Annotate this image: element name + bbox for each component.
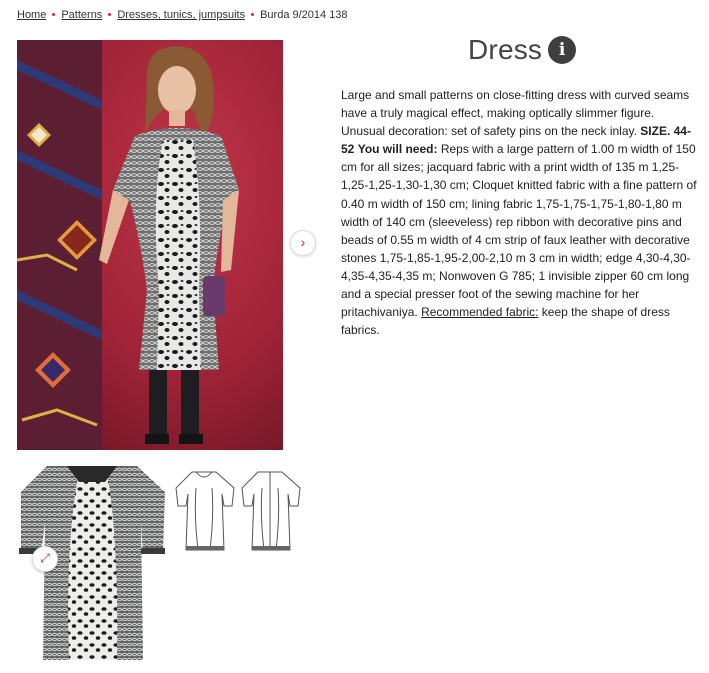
- breadcrumb-separator: [52, 12, 56, 16]
- main-product-photo[interactable]: [17, 40, 283, 450]
- technical-drawing[interactable]: [172, 466, 302, 556]
- breadcrumb-patterns-link[interactable]: Patterns: [61, 9, 102, 21]
- breadcrumb: Home Patterns Dresses, tunics, jumpsuits Bu…: [17, 9, 348, 21]
- title-row: Dress i: [468, 34, 577, 66]
- description-intro: Large and small patterns on close-fittin…: [341, 88, 690, 139]
- breadcrumb-separator: [251, 12, 255, 16]
- materials-text: Reps with a large pattern of 1.00 m widt…: [341, 142, 697, 320]
- page-title: Dress: [468, 34, 543, 65]
- model-photo-illustration: [17, 40, 283, 450]
- breadcrumb-separator: [108, 12, 112, 16]
- you-will-need-label: You will need:: [357, 142, 438, 157]
- expand-image-button[interactable]: ⤢: [32, 546, 58, 572]
- recommended-fabric-link[interactable]: Recommended fabric:: [421, 305, 538, 319]
- gallery-next-button[interactable]: ›: [290, 230, 316, 256]
- breadcrumb-current: Burda 9/2014 138: [260, 9, 348, 21]
- product-description: Large and small patterns on close-fittin…: [341, 86, 701, 339]
- breadcrumb-home-link[interactable]: Home: [17, 9, 46, 21]
- technical-drawing-illustration: [175, 471, 301, 551]
- breadcrumb-category-link[interactable]: Dresses, tunics, jumpsuits: [117, 9, 245, 21]
- info-icon[interactable]: i: [548, 36, 577, 64]
